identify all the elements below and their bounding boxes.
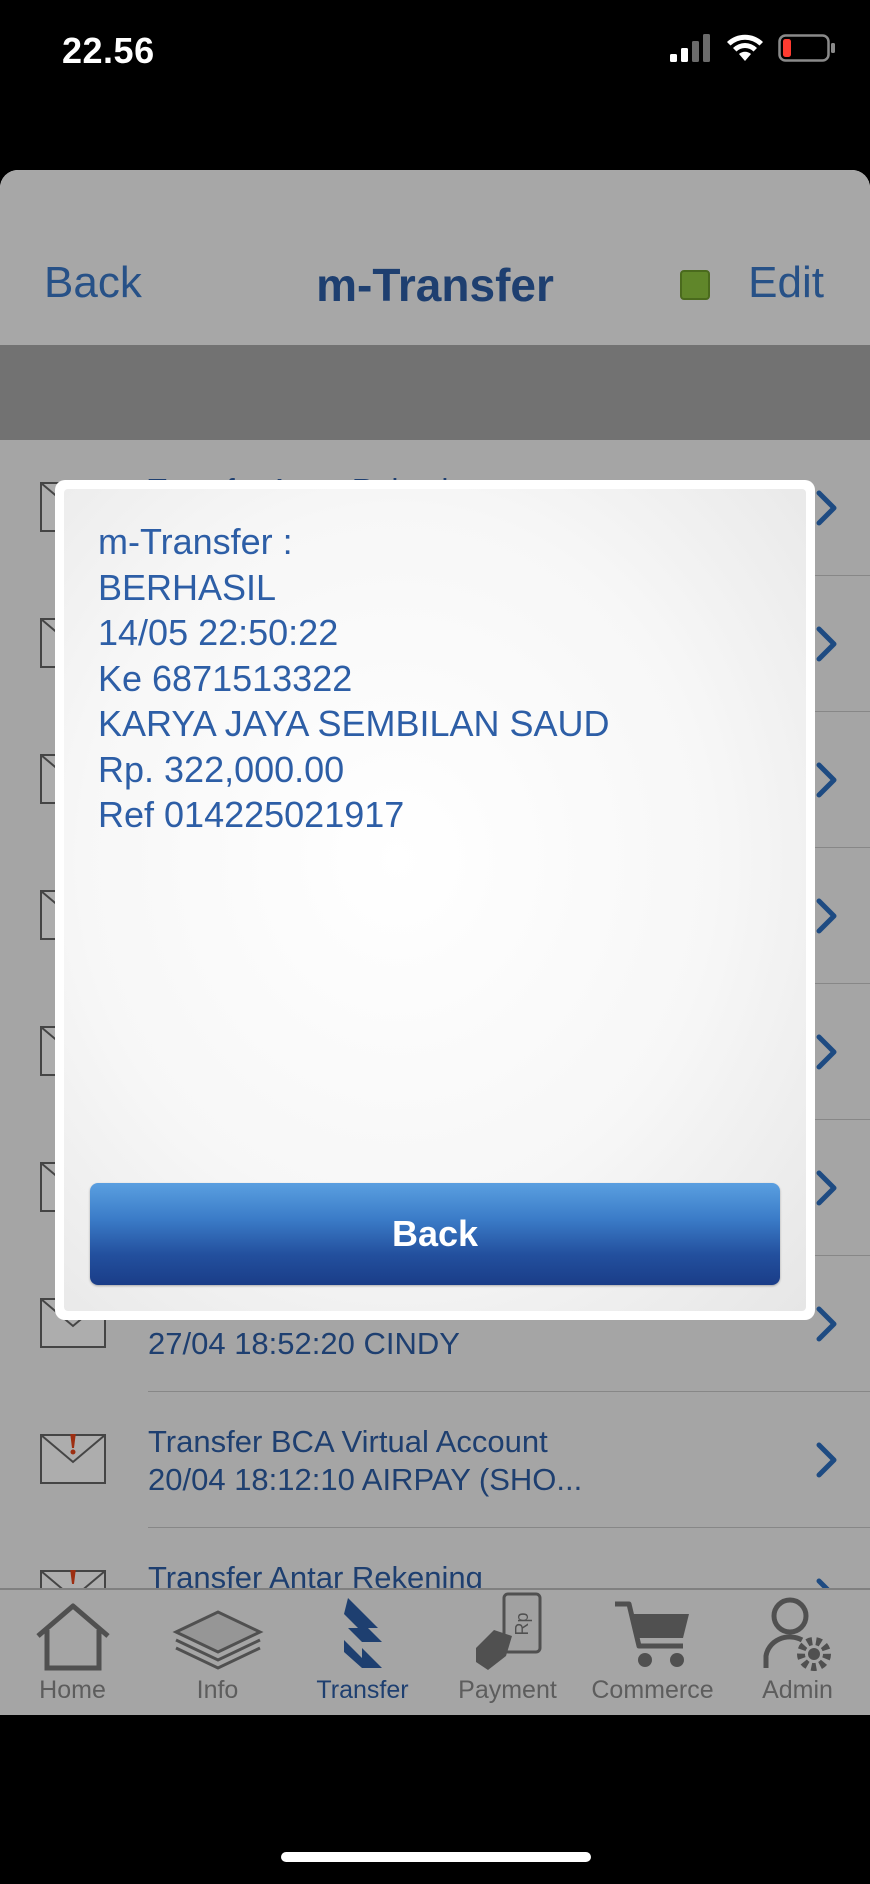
message-status: BERHASIL [98,566,277,608]
status-bar: 22.56 [0,0,870,110]
message-title: m-Transfer : [98,521,293,562]
message-recipient-account: Ke 6871513322 [98,657,353,699]
signal-icon [670,34,710,62]
dialog-message: m-Transfer : BERHASIL 14/05 22:50:22 Ke … [98,519,610,838]
message-recipient-name: KARYA JAYA SEMBILAN SAUD [98,703,610,744]
result-dialog: m-Transfer : BERHASIL 14/05 22:50:22 Ke … [55,480,815,1320]
message-reference: Ref 014225021917 [98,794,405,835]
status-time: 22.56 [62,30,155,71]
battery-icon [778,34,835,62]
dialog-back-button[interactable]: Back [90,1183,780,1285]
message-amount: Rp. 322,000.00 [98,748,345,790]
dialog-body: m-Transfer : BERHASIL 14/05 22:50:22 Ke … [64,489,806,1311]
wifi-icon [727,34,763,61]
message-datetime: 14/05 22:50:22 [98,612,339,653]
status-icons [670,34,836,62]
home-indicator[interactable] [281,1852,591,1862]
